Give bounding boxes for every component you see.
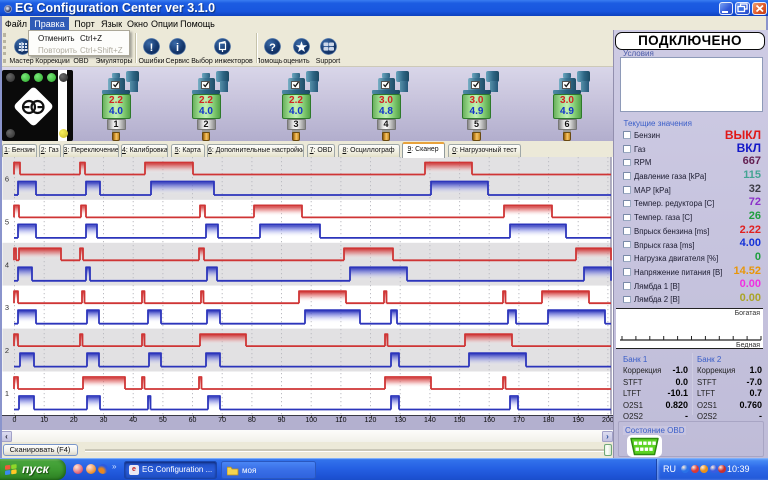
svg-text:?: ? [269, 42, 276, 54]
svg-text:3: 3 [5, 303, 9, 312]
svg-text:i: i [175, 42, 178, 54]
svg-text:!: ! [150, 42, 154, 54]
svg-text:5: 5 [5, 217, 9, 226]
svg-text:2: 2 [5, 346, 9, 355]
svg-text:1: 1 [5, 389, 9, 398]
svg-text:4: 4 [5, 260, 9, 269]
svg-text:6: 6 [5, 175, 9, 184]
